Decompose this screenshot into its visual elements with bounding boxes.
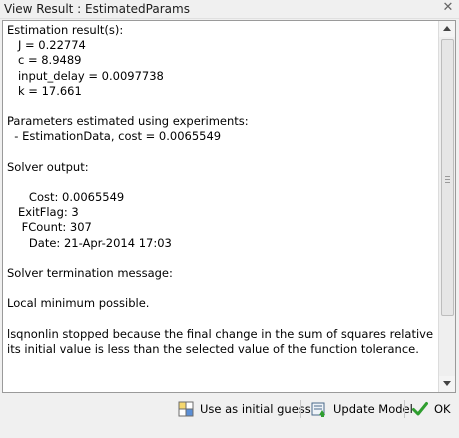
- result-text-panel[interactable]: Estimation result(s): J = 0.22774 c = 8.…: [2, 20, 456, 393]
- result-text-line: [7, 251, 433, 266]
- result-text-line: Parameters estimated using experiments:: [7, 114, 249, 129]
- scrollbar-grip-icon: [445, 176, 450, 184]
- result-text-line: - EstimationData, cost = 0.0065549: [7, 129, 222, 144]
- button-bar: Use as initial guess Update Model OK: [0, 394, 459, 424]
- result-text-line: FCount: 307: [7, 220, 92, 235]
- result-text-line: ExitFlag: 3: [7, 205, 79, 220]
- ok-button[interactable]: OK: [412, 398, 451, 420]
- result-text-line: Solver termination message:: [7, 266, 173, 280]
- update-model-label: Update Model: [333, 402, 413, 416]
- button-separator: [300, 400, 301, 418]
- result-text-line: its initial value is less than the selec…: [7, 341, 419, 356]
- window-bottom-edge: [0, 424, 459, 438]
- result-text-line: lsqnonlin stopped because the final chan…: [7, 326, 433, 341]
- checkmark-icon: [412, 401, 428, 417]
- result-text-line: k = 17.661: [7, 83, 82, 98]
- result-text-line: Local minimum possible.: [7, 296, 150, 311]
- result-text-line: Cost: 0.0065549: [7, 190, 125, 205]
- close-icon[interactable]: ✕: [441, 1, 455, 15]
- result-text-line: [7, 175, 433, 190]
- title-bar: View Result : EstimatedParams ✕: [0, 0, 459, 19]
- result-text-line: input_delay = 0.0097738: [7, 68, 164, 83]
- scroll-up-arrow-icon[interactable]: [439, 21, 455, 37]
- update-model-icon: [311, 401, 327, 417]
- result-text-line: c = 8.9489: [7, 53, 82, 68]
- button-separator: [404, 400, 405, 418]
- update-model-button[interactable]: Update Model: [311, 398, 413, 420]
- use-as-initial-guess-label: Use as initial guess: [200, 402, 311, 416]
- ok-label: OK: [434, 402, 451, 416]
- result-text-line: [7, 99, 433, 114]
- result-text-line: [7, 281, 433, 296]
- result-text-line: Solver output:: [7, 159, 89, 174]
- result-text-line: J = 0.22774: [7, 38, 86, 53]
- result-text-line: [7, 145, 433, 160]
- result-text-line: Estimation result(s):: [7, 23, 124, 37]
- scrollbar-thumb[interactable]: [441, 39, 454, 316]
- result-text-line: [7, 312, 433, 327]
- scroll-down-arrow-icon[interactable]: [439, 376, 455, 392]
- vertical-scrollbar[interactable]: [438, 21, 455, 392]
- use-as-initial-guess-button[interactable]: Use as initial guess: [178, 398, 311, 420]
- result-text-content: Estimation result(s): J = 0.22774 c = 8.…: [7, 23, 433, 391]
- grid-table-icon: [178, 401, 194, 417]
- result-text-line: Date: 21-Apr-2014 17:03: [7, 235, 172, 250]
- window-title: View Result : EstimatedParams: [4, 2, 190, 16]
